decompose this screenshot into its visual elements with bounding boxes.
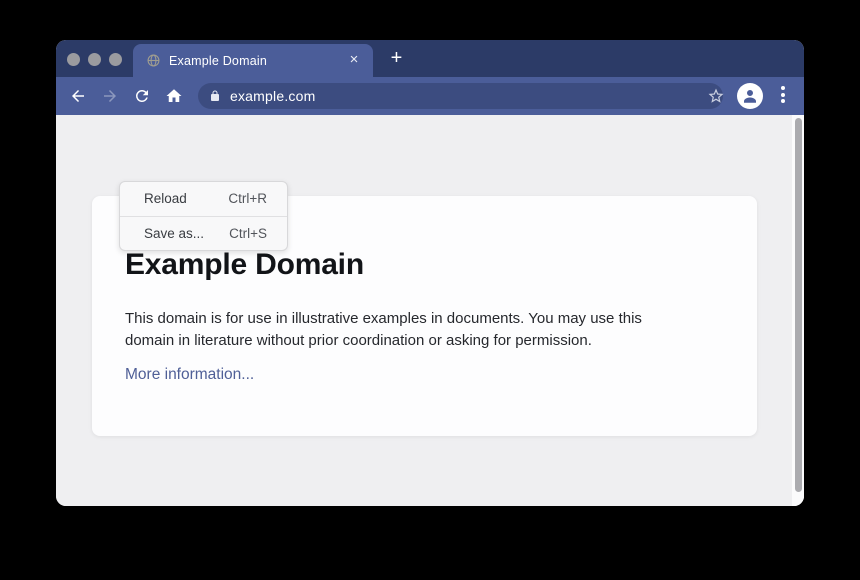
context-menu-item-save-as[interactable]: Save as... Ctrl+S — [120, 216, 287, 251]
menu-item-shortcut: Ctrl+S — [229, 226, 267, 241]
menu-item-label: Save as... — [144, 226, 204, 241]
profile-avatar-icon[interactable] — [737, 83, 763, 109]
browser-window: Example Domain × + — [56, 40, 804, 506]
context-menu: Reload Ctrl+R Save as... Ctrl+S — [119, 181, 288, 251]
page-title: Example Domain — [125, 247, 364, 283]
window-maximize-button[interactable] — [109, 53, 122, 66]
toolbar: example.com — [56, 77, 804, 115]
back-icon[interactable] — [69, 87, 87, 105]
paragraph-line: This domain is for use in illustrative e… — [125, 308, 642, 330]
menu-item-label: Reload — [144, 191, 187, 206]
address-bar[interactable]: example.com — [198, 83, 723, 109]
more-information-link[interactable]: More information... — [125, 366, 254, 384]
tab-close-icon[interactable]: × — [345, 51, 363, 69]
tab-favicon-globe-icon — [147, 54, 160, 67]
browser-tab[interactable]: Example Domain × — [133, 44, 373, 77]
new-tab-button[interactable]: + — [386, 48, 407, 69]
home-icon[interactable] — [165, 87, 183, 105]
url-text[interactable]: example.com — [230, 83, 315, 109]
bookmark-star-icon[interactable] — [707, 87, 725, 105]
tab-title: Example Domain — [169, 54, 267, 68]
reload-icon[interactable] — [133, 87, 151, 105]
window-close-button[interactable] — [67, 53, 80, 66]
context-menu-item-reload[interactable]: Reload Ctrl+R — [120, 182, 287, 216]
browser-menu-icon[interactable] — [780, 86, 786, 106]
forward-icon[interactable] — [101, 87, 119, 105]
window-minimize-button[interactable] — [88, 53, 101, 66]
menu-item-shortcut: Ctrl+R — [228, 191, 267, 206]
page-paragraph: This domain is for use in illustrative e… — [125, 308, 642, 352]
scrollbar-thumb[interactable] — [795, 118, 802, 492]
lock-icon — [209, 90, 221, 102]
paragraph-line: domain in literature without prior coord… — [125, 330, 642, 352]
page-viewport: Example Domain This domain is for use in… — [56, 115, 804, 506]
titlebar: Example Domain × + — [56, 40, 804, 77]
